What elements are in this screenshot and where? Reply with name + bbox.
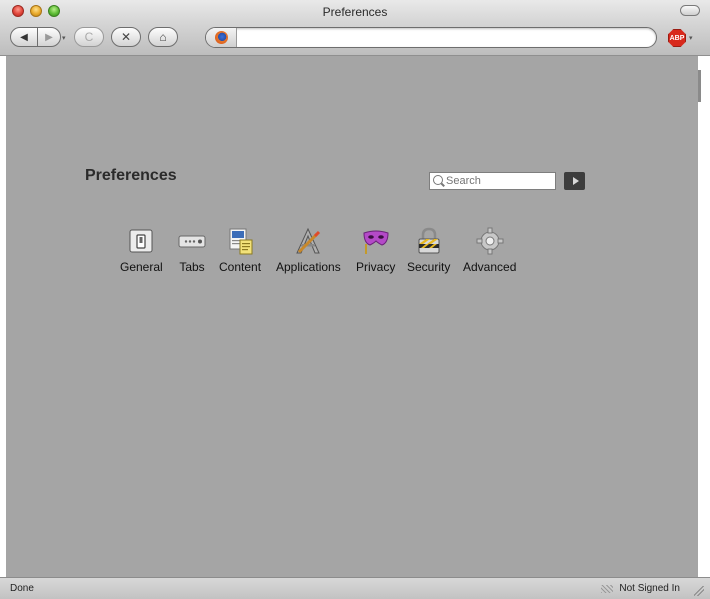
forward-arrow-icon: ▶ [45,31,53,43]
pane-tabs[interactable]: Tabs [177,226,207,274]
site-identity-button[interactable] [206,28,237,47]
content-icon [229,228,253,255]
toolbar-toggle-button[interactable] [680,5,700,16]
preferences-content [6,56,698,577]
back-arrow-icon: ◀ [20,31,28,43]
history-dropdown-icon[interactable]: ▾ [62,34,66,42]
home-icon: ⌂ [159,30,167,44]
window-title: Preferences [322,5,388,19]
right-border [698,56,710,577]
pane-content[interactable]: Content [219,226,261,274]
tabs-icon [178,235,206,248]
home-button[interactable]: ⌂ [148,27,178,47]
sync-status[interactable]: Not Signed In [601,583,680,594]
search-icon [433,175,443,185]
browser-window: Preferences ◀ ▶ ▾ C ✕ ⌂ ABP ▾ Preference… [0,0,710,599]
status-text: Done [10,583,34,594]
adblock-plus-button[interactable]: ABP [668,29,686,47]
address-bar[interactable] [205,27,657,48]
search-field[interactable] [429,172,556,190]
status-bar: Done Not Signed In [0,577,710,599]
lock-icon [418,227,440,254]
sync-icon [601,584,614,593]
firefox-logo-icon [214,31,228,44]
play-arrow-icon [572,177,579,185]
pane-label-content: Content [219,260,262,274]
gear-icon [476,227,504,255]
mask-icon [363,230,389,254]
scrollbar-notch[interactable] [698,70,701,102]
search-input[interactable] [446,174,552,188]
adblock-plus-icon: ABP [669,34,685,42]
pane-advanced[interactable]: Advanced [463,226,516,274]
back-button[interactable]: ◀ [10,27,38,47]
search-go-button[interactable] [564,172,585,190]
title-toolbar: Preferences ◀ ▶ ▾ C ✕ ⌂ ABP ▾ [0,0,710,56]
sync-status-label: Not Signed In [619,583,680,594]
stop-button[interactable]: ✕ [111,27,141,47]
page-title: Preferences [85,167,177,184]
reload-icon: C [84,30,94,44]
pane-label-general: General [120,260,163,274]
pane-label-privacy: Privacy [356,260,396,274]
switch-icon [129,229,153,253]
reload-button[interactable]: C [74,27,104,47]
pane-applications[interactable]: Applications [276,226,341,274]
back-forward-group: ◀ ▶ [10,27,61,47]
pane-label-security: Security [407,260,451,274]
url-input[interactable] [240,30,644,46]
applications-icon [296,227,321,254]
stop-icon: ✕ [120,30,132,44]
adblock-dropdown-icon[interactable]: ▾ [689,34,693,42]
pane-security[interactable]: Security [407,226,450,274]
pane-privacy[interactable]: Privacy [356,226,395,274]
pane-label-advanced: Advanced [463,260,517,274]
resize-grip-icon[interactable] [694,586,704,596]
pane-label-applications: Applications [276,260,341,274]
pane-label-tabs: Tabs [179,260,205,274]
forward-button[interactable]: ▶ [37,27,61,47]
pane-general[interactable]: General [120,226,163,274]
